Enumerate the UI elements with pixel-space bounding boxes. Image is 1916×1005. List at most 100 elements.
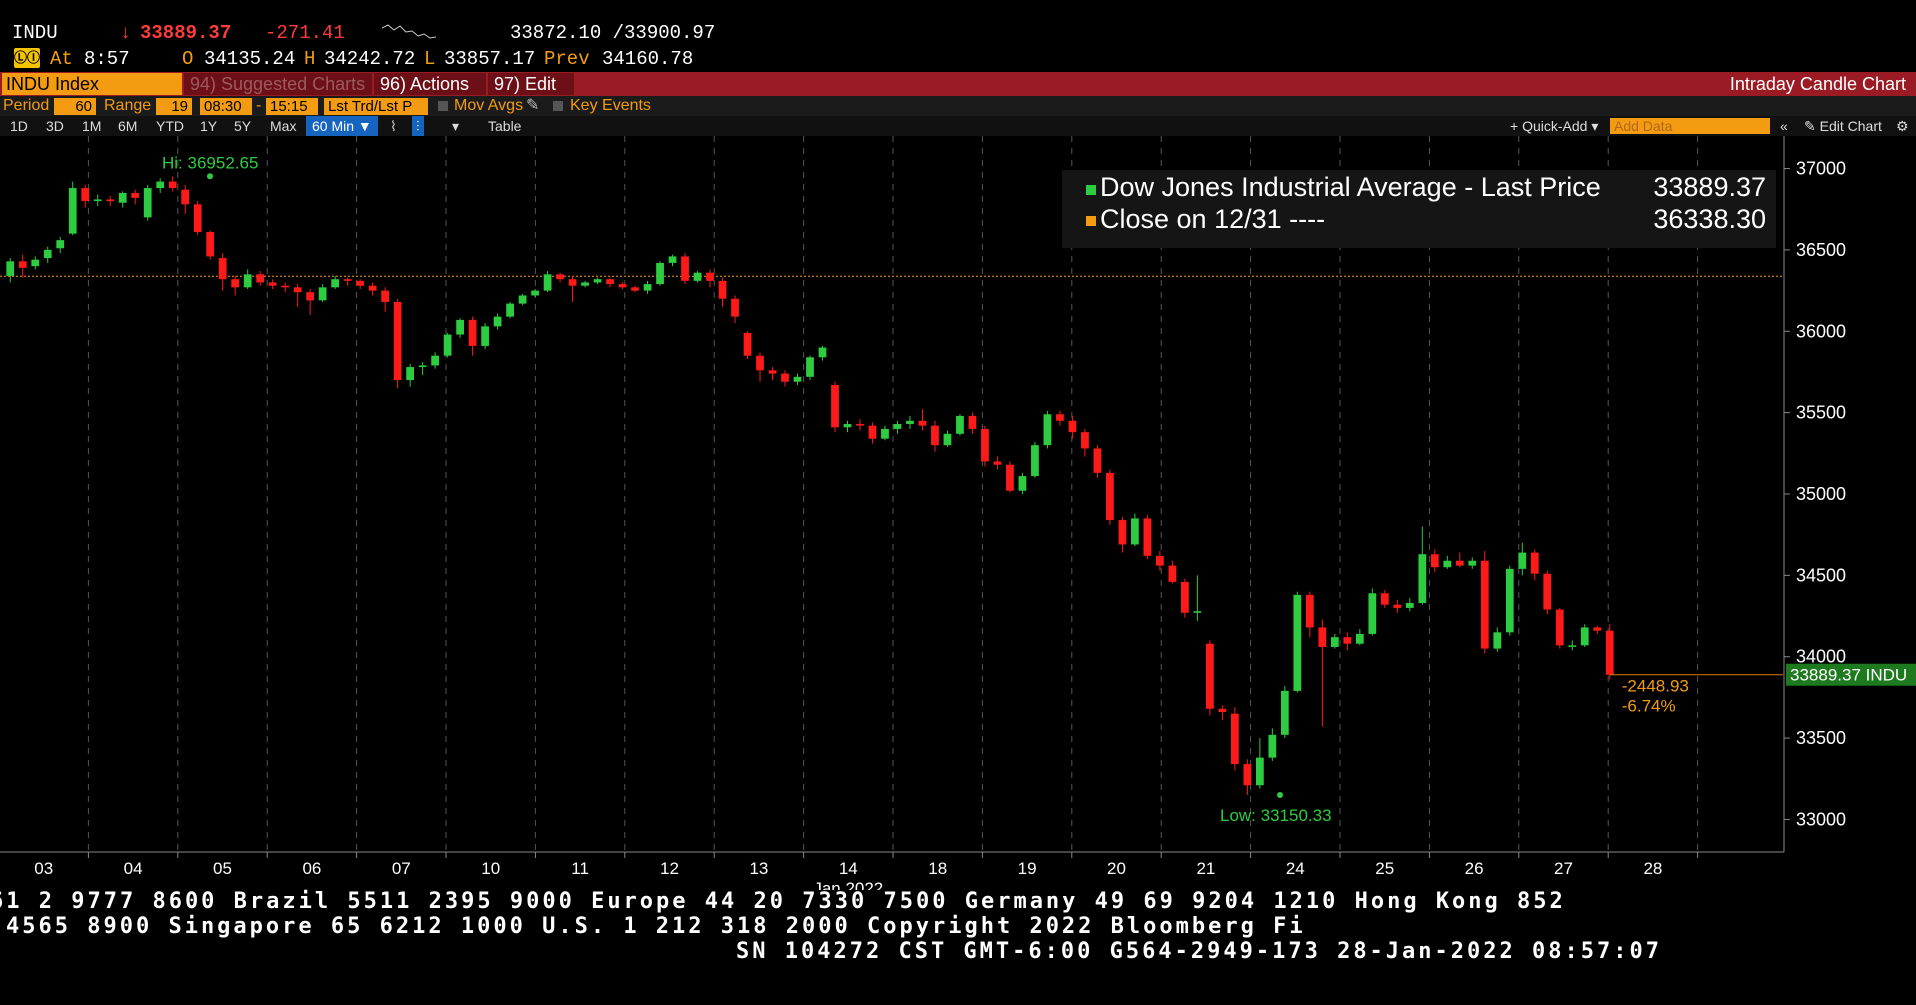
candle-body <box>1593 627 1602 631</box>
candle-body <box>206 232 215 257</box>
candle-body <box>681 256 689 281</box>
period-bar: 1D 3D 1M 6M YTD 1Y 5Y Max 60 Min ▼ ⌇ ⫶ ▾… <box>0 116 1916 136</box>
candle-body <box>793 376 802 382</box>
candle-body <box>981 428 989 462</box>
close-label: Close on 12/31 ---- <box>1100 204 1326 234</box>
line-chart-icon[interactable]: ⌇ <box>390 116 397 136</box>
x-tick-label: 11 <box>571 859 589 878</box>
candle-body <box>1605 630 1614 675</box>
mov-avgs-checkbox[interactable] <box>438 101 448 111</box>
candle-body <box>868 425 877 439</box>
candle-body <box>1443 560 1452 568</box>
security-field[interactable]: INDU Index <box>2 73 182 95</box>
period-5y[interactable]: 5Y <box>234 116 251 136</box>
candle-body <box>943 433 952 446</box>
gear-icon[interactable]: ⚙ <box>1896 116 1909 136</box>
last-trade-dropdown[interactable]: Lst Trd/Lst P <box>324 98 428 115</box>
candle-body <box>1156 555 1164 566</box>
candle-body <box>1268 734 1277 758</box>
range-input[interactable]: 19 <box>156 98 192 115</box>
candle-body <box>381 290 390 302</box>
x-tick-label: 26 <box>1465 859 1484 878</box>
x-tick-label: 20 <box>1107 859 1126 878</box>
series-value: 33889.37 <box>1653 172 1766 202</box>
candle-body <box>1305 594 1314 628</box>
period-1y[interactable]: 1Y <box>200 116 217 136</box>
x-tick-label: 10 <box>481 859 500 878</box>
sparkline-icon <box>382 24 437 39</box>
candle-body <box>493 316 502 327</box>
candle-body <box>706 272 714 281</box>
key-events-label[interactable]: Key Events <box>570 96 651 116</box>
quote-header: INDU ↓ 33889.37 -271.41 33872.10 /33900.… <box>0 0 1916 72</box>
y-tick-label: 33500 <box>1796 728 1846 748</box>
candle-body <box>256 274 265 283</box>
candle-body <box>1355 633 1364 644</box>
candle-body <box>1293 594 1302 691</box>
period-6m[interactable]: 6M <box>118 116 137 136</box>
candle-body <box>1255 757 1264 786</box>
candle-body <box>1056 414 1064 421</box>
actions-menu-button[interactable]: 96) Actions ▾ <box>374 73 486 116</box>
x-tick-label: 12 <box>660 859 679 878</box>
candle-body <box>1480 560 1489 649</box>
last-price: 33889.37 <box>140 22 232 44</box>
candle-body <box>468 319 477 346</box>
candle-chart-icon[interactable]: ⫶ <box>412 116 424 136</box>
y-tick-label: 37000 <box>1796 159 1846 179</box>
candle-chart[interactable]: 33000 33500 34000 34500 35000 35500 36000 36500… <box>0 136 1916 890</box>
y-tick-label: 34000 <box>1796 647 1846 667</box>
quick-add-button[interactable]: + Quick-Add ▾ <box>1510 116 1598 136</box>
chart-legend[interactable]: Dow Jones Industrial Average - Last Pric… <box>1062 170 1776 248</box>
candle-body <box>1568 645 1577 647</box>
candle-body <box>1380 593 1389 605</box>
more-dropdown-icon[interactable]: ▾ <box>452 116 459 136</box>
table-button[interactable]: Table <box>488 116 521 136</box>
candle-body <box>993 461 1002 465</box>
x-tick-label: 21 <box>1196 859 1215 878</box>
candle-body <box>68 188 77 234</box>
candle-body <box>693 272 702 281</box>
candle-body <box>743 332 752 356</box>
at-label: At <box>50 48 73 70</box>
x-tick-label: 25 <box>1375 859 1394 878</box>
candle-body <box>618 284 627 288</box>
candle-body <box>1505 568 1514 633</box>
candle-body <box>1468 560 1477 566</box>
edit-chart-button[interactable]: ✎ Edit Chart <box>1804 116 1882 136</box>
candle-body <box>406 367 414 381</box>
candle-body <box>906 420 914 425</box>
interval-dropdown[interactable]: 60 Min ▼ <box>306 116 378 136</box>
key-events-checkbox[interactable] <box>553 101 563 111</box>
pencil-icon[interactable]: ✎ <box>526 96 539 116</box>
candle-body <box>343 279 352 281</box>
period-ytd[interactable]: YTD <box>156 116 184 136</box>
scroll-left-icon[interactable]: « <box>1780 116 1788 136</box>
candle-body <box>593 279 602 283</box>
open-label: O <box>182 48 194 70</box>
candle-body <box>18 261 27 268</box>
period-3d[interactable]: 3D <box>46 116 64 136</box>
start-time-input[interactable]: 08:30 <box>200 98 252 115</box>
candle-body <box>168 181 177 189</box>
end-time-input[interactable]: 15:15 <box>266 98 318 115</box>
add-data-input[interactable]: Add Data <box>1610 118 1770 134</box>
mov-avgs-label[interactable]: Mov Avgs <box>454 96 523 116</box>
high-marker <box>207 173 213 180</box>
edit-menu-button[interactable]: 97) Edit ▾ <box>488 73 574 116</box>
high-value: 34242.72 <box>324 48 416 70</box>
period-max[interactable]: Max <box>270 116 296 136</box>
candle-body <box>1193 611 1202 613</box>
candle-body <box>631 287 639 291</box>
candle-body <box>818 347 827 358</box>
period-input[interactable]: 60 <box>54 98 96 115</box>
x-tick-label: 07 <box>392 859 411 878</box>
x-tick-label: 28 <box>1643 859 1662 878</box>
candle-body <box>1006 464 1014 491</box>
suggested-charts-button[interactable]: 94) Suggested Charts <box>184 73 372 95</box>
period-1m[interactable]: 1M <box>82 116 101 136</box>
candle-body <box>968 415 977 429</box>
candle-body <box>481 326 489 346</box>
candle-body <box>106 199 115 202</box>
period-1d[interactable]: 1D <box>10 116 28 136</box>
